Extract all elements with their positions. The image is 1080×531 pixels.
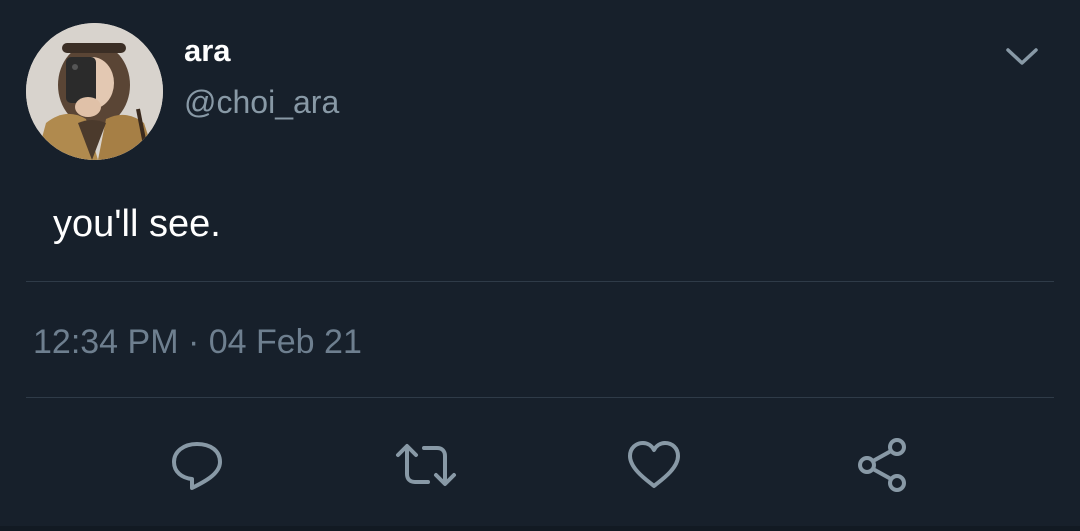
retweet-button[interactable] xyxy=(391,430,461,500)
reply-icon xyxy=(172,442,222,490)
divider xyxy=(26,281,1054,282)
heart-icon xyxy=(628,441,680,488)
bottom-divider xyxy=(0,526,1080,531)
avatar[interactable] xyxy=(26,23,163,160)
chevron-down-icon xyxy=(1006,48,1038,65)
tweet-text: you'll see. xyxy=(53,203,221,245)
reply-button[interactable] xyxy=(162,430,232,500)
like-button[interactable] xyxy=(619,430,689,500)
display-name[interactable]: ara xyxy=(184,31,231,71)
avatar-photo xyxy=(26,23,163,160)
tweet-menu-button[interactable] xyxy=(1000,36,1044,76)
share-button[interactable] xyxy=(848,430,918,500)
tweet-detail: ara @choi_ara you'll see. 12:34 PM · 04 … xyxy=(0,0,1080,531)
tweet-timestamp[interactable]: 12:34 PM · 04 Feb 21 xyxy=(33,320,362,364)
tweet-actions xyxy=(0,420,1080,510)
retweet-icon xyxy=(396,444,456,486)
share-icon xyxy=(858,438,906,492)
divider xyxy=(26,397,1054,398)
user-handle[interactable]: @choi_ara xyxy=(184,82,339,122)
